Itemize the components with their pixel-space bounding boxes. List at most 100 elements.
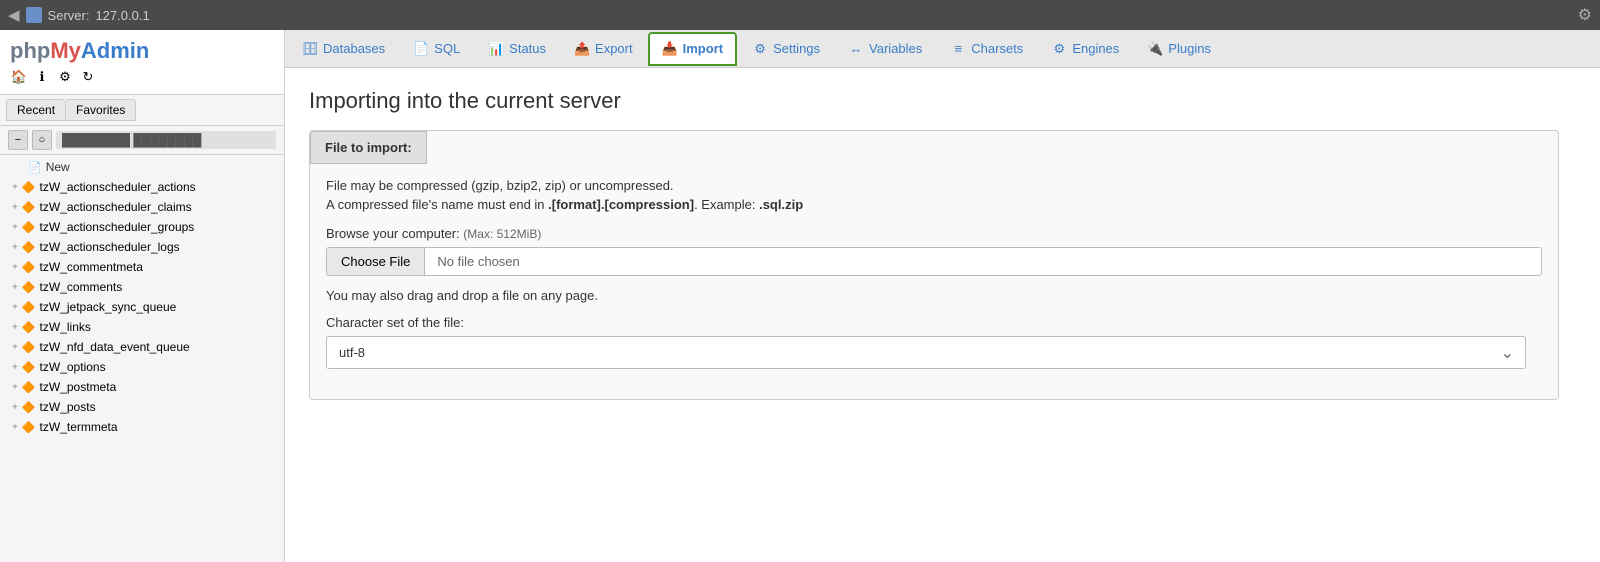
table-icon: 🔶	[22, 261, 36, 274]
server-name: 127.0.0.1	[95, 8, 149, 23]
tab-plugins-label: Plugins	[1168, 41, 1211, 56]
plugins-icon: 🔌	[1147, 41, 1163, 57]
sidebar-tab-recent[interactable]: Recent	[6, 99, 65, 121]
list-item[interactable]: + 🔶 tzW_options	[0, 357, 284, 377]
browse-label: Browse your computer: (Max: 512MiB)	[326, 226, 1542, 241]
list-item[interactable]: + 🔶 tzW_termmeta	[0, 417, 284, 437]
tab-settings-label: Settings	[773, 41, 820, 56]
file-input-row: Choose File No file chosen	[326, 247, 1542, 276]
list-item[interactable]: + 🔶 tzW_actionscheduler_groups	[0, 217, 284, 237]
expand-icon: +	[12, 302, 18, 313]
engines-icon: ⚙	[1051, 41, 1067, 57]
item-label: tzW_actionscheduler_groups	[40, 220, 195, 234]
expand-icon: +	[12, 382, 18, 393]
list-item[interactable]: + 🔶 tzW_commentmeta	[0, 257, 284, 277]
tab-variables[interactable]: ↔ Variables	[835, 32, 935, 66]
info-line2: A compressed file's name must end in .[f…	[326, 197, 1542, 212]
info-format-bold: .[format].[compression]	[548, 197, 694, 212]
import-icon: 📥	[662, 41, 678, 57]
tab-export-label: Export	[595, 41, 633, 56]
expand-icon: +	[12, 402, 18, 413]
new-item-label: New	[46, 160, 70, 174]
max-size-text: (Max: 512MiB)	[463, 227, 541, 241]
expand-icon: +	[12, 262, 18, 273]
logo-my: My	[50, 38, 81, 63]
settings-sidebar-icon[interactable]: ⚙	[56, 68, 74, 86]
settings-icon[interactable]: ⚙	[1578, 7, 1592, 24]
tab-status-label: Status	[509, 41, 546, 56]
sidebar-controls: − ○ ████████ ████████	[0, 126, 284, 155]
list-item[interactable]: + 🔶 tzW_actionscheduler_logs	[0, 237, 284, 257]
settings-nav-icon: ⚙	[752, 41, 768, 57]
table-icon: 🔶	[22, 401, 36, 414]
expand-icon: +	[12, 322, 18, 333]
page-content: Importing into the current server File t…	[285, 68, 1600, 562]
item-label: tzW_termmeta	[40, 420, 118, 434]
table-icon: 🔶	[22, 341, 36, 354]
expand-icon: +	[12, 362, 18, 373]
home-icon[interactable]: 🏠	[10, 68, 28, 86]
tab-export[interactable]: 📤 Export	[561, 32, 646, 66]
expand-icon: +	[12, 182, 18, 193]
item-label: tzW_postmeta	[40, 380, 117, 394]
tab-databases[interactable]: 🗄 Databases	[289, 32, 398, 66]
sidebar-tabs: Recent Favorites	[0, 95, 284, 126]
list-item[interactable]: + 🔶 tzW_nfd_data_event_queue	[0, 337, 284, 357]
file-name-display: No file chosen	[425, 247, 1542, 276]
expand-icon: +	[12, 202, 18, 213]
expand-button[interactable]: ○	[32, 130, 52, 150]
logo-php: php	[10, 38, 50, 63]
tab-settings[interactable]: ⚙ Settings	[739, 32, 833, 66]
back-button[interactable]: ◀	[8, 6, 20, 24]
tab-databases-label: Databases	[323, 41, 385, 56]
list-item[interactable]: + 🔶 tzW_actionscheduler_actions	[0, 177, 284, 197]
item-label: tzW_nfd_data_event_queue	[40, 340, 190, 354]
tab-charsets-label: Charsets	[971, 41, 1023, 56]
tab-engines[interactable]: ⚙ Engines	[1038, 32, 1132, 66]
item-label: tzW_actionscheduler_actions	[40, 180, 196, 194]
sidebar-tree: 📄 New + 🔶 tzW_actionscheduler_actions + …	[0, 155, 284, 562]
refresh-icon[interactable]: ↻	[79, 68, 97, 86]
table-icon: 🔶	[22, 361, 36, 374]
list-item[interactable]: + 🔶 tzW_actionscheduler_claims	[0, 197, 284, 217]
sql-icon: 📄	[413, 41, 429, 57]
expand-icon: +	[12, 222, 18, 233]
sidebar-tab-favorites[interactable]: Favorites	[65, 99, 136, 121]
list-item[interactable]: + 🔶 tzW_comments	[0, 277, 284, 297]
tab-charsets[interactable]: ≡ Charsets	[937, 32, 1036, 66]
list-item[interactable]: + 🔶 tzW_links	[0, 317, 284, 337]
charset-select[interactable]: utf-8 utf-16 latin1 ascii utf-32	[326, 336, 1526, 369]
sidebar: phpMyAdmin 🏠 ℹ ⚙ ↻ Recent Favorites − ○ …	[0, 30, 285, 562]
item-label: tzW_commentmeta	[40, 260, 143, 274]
info-icon[interactable]: ℹ	[33, 68, 51, 86]
browse-label-text: Browse your computer:	[326, 226, 460, 241]
new-database-item[interactable]: 📄 New	[0, 157, 284, 177]
tab-plugins[interactable]: 🔌 Plugins	[1134, 32, 1224, 66]
table-icon: 🔶	[22, 301, 36, 314]
table-icon: 🔶	[22, 201, 36, 214]
db-header: ████████ ████████	[56, 131, 276, 149]
status-icon: 📊	[488, 41, 504, 57]
drag-drop-text: You may also drag and drop a file on any…	[326, 288, 1542, 303]
info-example-bold: .sql.zip	[759, 197, 803, 212]
item-label: tzW_links	[40, 320, 91, 334]
item-label: tzW_actionscheduler_logs	[40, 240, 180, 254]
expand-icon: +	[12, 242, 18, 253]
collapse-button[interactable]: −	[8, 130, 28, 150]
list-item[interactable]: + 🔶 tzW_posts	[0, 397, 284, 417]
new-icon: 📄	[28, 161, 42, 174]
table-icon: 🔶	[22, 281, 36, 294]
section-header: File to import:	[310, 131, 427, 164]
item-label: tzW_options	[40, 360, 106, 374]
tab-import[interactable]: 📥 Import	[648, 32, 737, 66]
expand-icon: +	[12, 422, 18, 433]
item-label: tzW_actionscheduler_claims	[40, 200, 192, 214]
tab-status[interactable]: 📊 Status	[475, 32, 559, 66]
list-item[interactable]: + 🔶 tzW_postmeta	[0, 377, 284, 397]
choose-file-button[interactable]: Choose File	[326, 247, 425, 276]
top-bar: ◀ Server: 127.0.0.1 ⚙	[0, 0, 1600, 30]
list-item[interactable]: + 🔶 tzW_jetpack_sync_queue	[0, 297, 284, 317]
item-label: tzW_comments	[40, 280, 123, 294]
tab-sql[interactable]: 📄 SQL	[400, 32, 473, 66]
expand-icon: +	[12, 282, 18, 293]
